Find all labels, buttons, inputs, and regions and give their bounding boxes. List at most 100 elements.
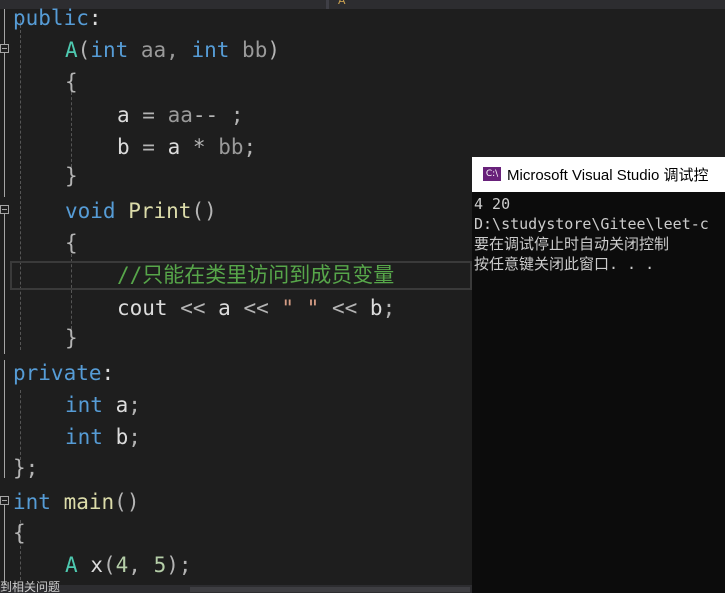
keyword-token: int — [13, 490, 51, 514]
param-token: aa, — [128, 38, 192, 62]
punct-token: ; — [243, 135, 257, 159]
code-line-1[interactable]: public: — [13, 2, 102, 34]
code-line-2[interactable]: A(int aa, int bb) — [65, 34, 280, 66]
identifier-token: cout — [117, 296, 168, 320]
member-token: a — [218, 296, 231, 320]
code-line-5[interactable]: b = a * bb; — [117, 131, 256, 163]
console-output-line: 按任意键关闭此窗口. . . — [474, 255, 655, 273]
fold-toggle-icon[interactable] — [0, 44, 9, 53]
punct-token: : — [101, 361, 115, 385]
identifier-token: x — [90, 553, 103, 577]
tab-label[interactable]: A — [338, 0, 346, 7]
string-token: " " — [281, 296, 320, 320]
console-app-icon: C:\ — [483, 167, 501, 181]
brace-token: } — [65, 326, 78, 350]
operator-token: * — [180, 135, 219, 159]
console-output-line: 4 20 — [474, 195, 511, 213]
code-line-13[interactable]: int a; — [65, 389, 141, 421]
bottom-status-bar: 到相关问题 — [0, 580, 472, 593]
indent-guide — [20, 20, 21, 350]
keyword-token: int — [90, 38, 129, 62]
operator-token: = — [129, 103, 168, 127]
debug-console-window[interactable]: C:\ Microsoft Visual Studio 调试控 4 20 D:\… — [472, 157, 725, 593]
member-token: b — [115, 425, 129, 449]
code-line-6[interactable]: } — [65, 160, 78, 192]
operator-token: << — [230, 296, 282, 320]
operator-token: << — [167, 296, 219, 320]
console-output-line: 要在调试停止时自动关闭控制 — [474, 235, 670, 253]
outline-line — [4, 505, 5, 585]
outline-line — [4, 360, 5, 478]
member-token: b — [117, 135, 130, 159]
horizontal-scrollbar[interactable] — [190, 587, 470, 592]
punct-token: ) — [267, 38, 280, 62]
console-title: Microsoft Visual Studio 调试控 — [507, 167, 709, 184]
code-line-8[interactable]: { — [65, 227, 78, 259]
code-line-4[interactable]: a = aa-- ; — [117, 99, 243, 131]
brace-token: } — [65, 164, 78, 188]
operator-token: = — [129, 135, 168, 159]
keyword-token: int — [65, 393, 103, 417]
class-token: A — [65, 38, 78, 62]
number-token: 4 — [115, 553, 129, 577]
member-token: a — [167, 135, 181, 159]
fold-toggle-icon[interactable] — [0, 205, 9, 214]
keyword-token: int — [65, 425, 103, 449]
function-token: main — [63, 490, 115, 514]
code-line-10[interactable]: cout << a << " " << b; — [117, 292, 395, 324]
outline-line — [4, 9, 5, 44]
code-line-9[interactable]: //只能在类里访问到成员变量 — [117, 259, 394, 291]
number-token: 5 — [153, 553, 167, 577]
punct-token: ; — [128, 393, 141, 417]
punct-token: () — [114, 490, 140, 514]
code-line-18[interactable]: A x(4, 5); — [65, 549, 192, 581]
keyword-token: int — [191, 38, 230, 62]
code-line-3[interactable]: { — [65, 66, 78, 98]
brace-token: { — [65, 231, 78, 255]
fold-toggle-icon[interactable] — [0, 496, 9, 505]
brace-token: { — [13, 521, 26, 545]
operator-token: << — [319, 296, 370, 320]
class-token: A — [65, 553, 78, 577]
code-line-14[interactable]: int b; — [65, 421, 141, 453]
function-token: Print — [128, 199, 192, 223]
brace-token: { — [65, 70, 78, 94]
member-token: b — [369, 296, 383, 320]
keyword-token: public — [13, 6, 89, 30]
punct-token: ; — [128, 425, 141, 449]
code-line-11[interactable]: } — [65, 322, 78, 354]
indent-guide — [71, 92, 72, 167]
punct-token: ); — [166, 553, 192, 577]
code-line-16[interactable]: int main() — [13, 486, 139, 518]
member-token: a — [115, 393, 129, 417]
param-token: bb — [218, 135, 244, 159]
console-titlebar[interactable]: C:\ Microsoft Visual Studio 调试控 — [472, 157, 725, 192]
keyword-token: private — [13, 361, 102, 385]
punct-token: ( — [102, 553, 116, 577]
outline-line — [4, 53, 5, 197]
punct-token: () — [191, 199, 217, 223]
comment-token: //只能在类里访问到成员变量 — [117, 263, 395, 287]
code-line-17[interactable]: { — [13, 517, 26, 549]
param-token: bb — [229, 38, 268, 62]
punct-token: ( — [77, 38, 91, 62]
code-line-15[interactable]: }; — [13, 452, 38, 484]
console-output-line: D:\studystore\Gitee\leet-c — [474, 215, 709, 233]
punct-token: , — [128, 553, 154, 577]
brace-token: }; — [13, 456, 39, 480]
punct-token: ; — [382, 296, 396, 320]
status-text[interactable]: 到相关问题 — [0, 578, 60, 593]
punct-token: : — [88, 6, 102, 30]
tab-strip: A — [0, 0, 725, 9]
indent-guide — [20, 390, 21, 460]
code-line-12[interactable]: private: — [13, 357, 114, 389]
param-token: aa — [167, 103, 193, 127]
code-line-7[interactable]: void Print() — [65, 195, 217, 227]
operator-token: -- ; — [192, 103, 244, 127]
outline-line — [4, 214, 5, 354]
